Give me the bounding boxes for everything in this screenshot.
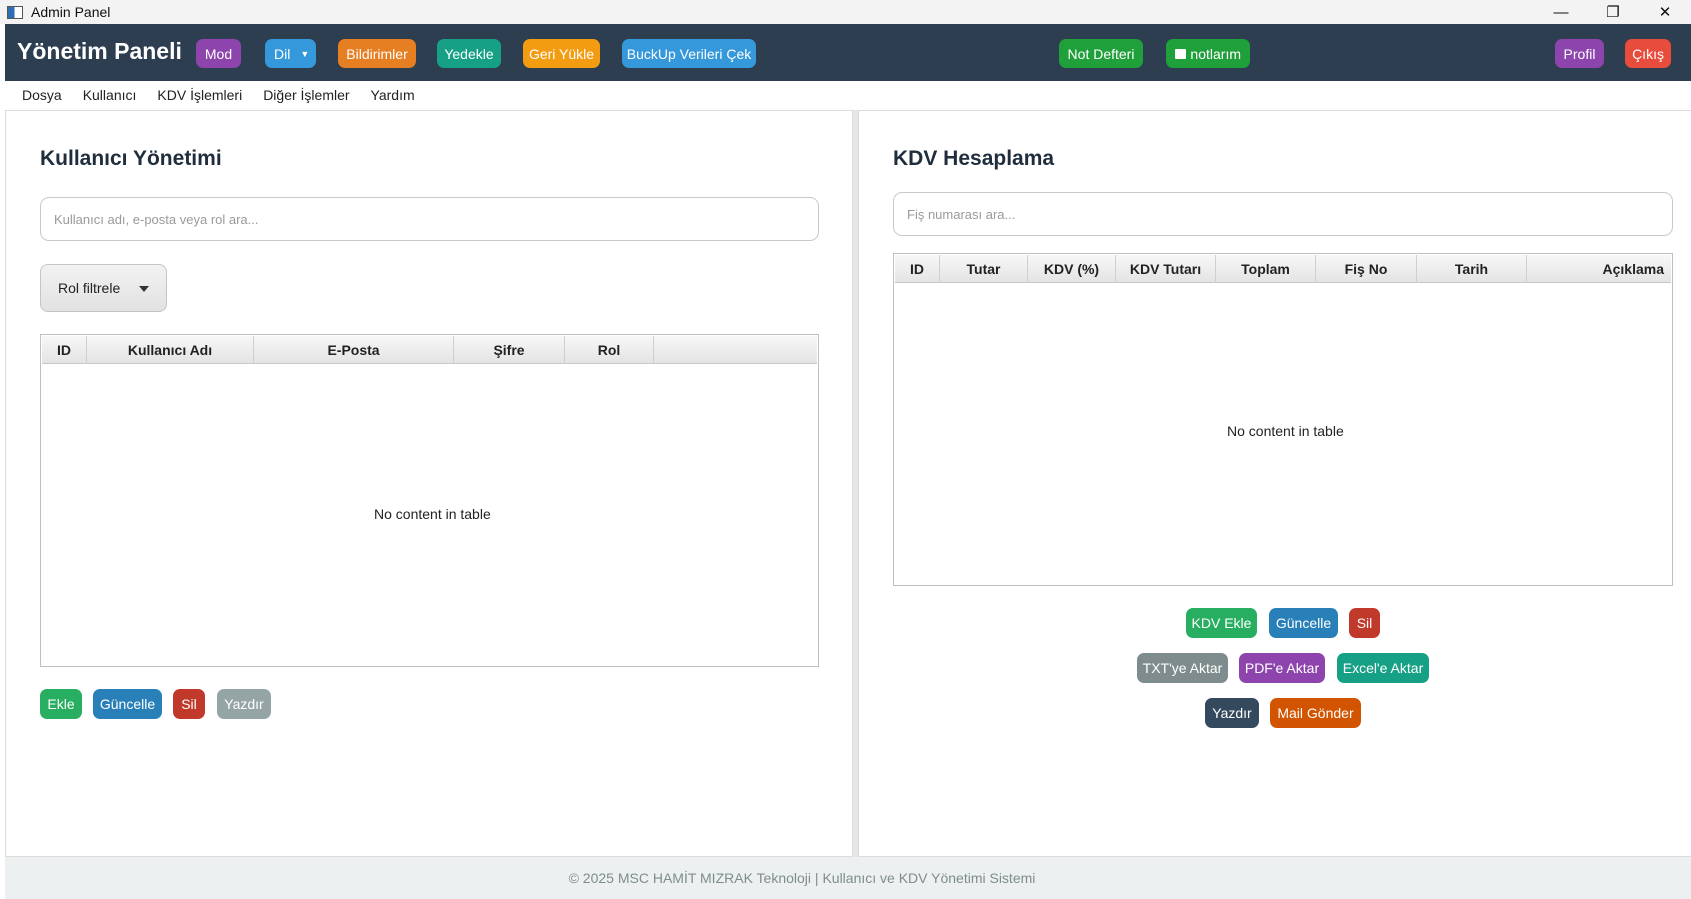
user-search-input[interactable] [54,211,818,227]
users-table[interactable]: ID Kullanıcı Adı E-Posta Şifre Rol No co… [40,334,819,667]
column-header-kdv-yuzde[interactable]: KDV (%) [1028,255,1116,283]
window-title: Admin Panel [31,4,111,20]
profil-button[interactable]: Profil [1555,39,1604,68]
menu-dosya[interactable]: Dosya [22,87,62,103]
note-icon [1175,48,1187,59]
users-table-header: ID Kullanıcı Adı E-Posta Şifre Rol [42,336,817,364]
dil-label: Dil [274,45,291,62]
close-button[interactable]: ✕ [1639,0,1691,24]
cikis-button[interactable]: Çıkış [1625,39,1671,68]
kdv-ekle-button[interactable]: KDV Ekle [1186,608,1257,638]
column-header-fis-no[interactable]: Fiş No [1316,255,1417,283]
column-header-tarih[interactable]: Tarih [1417,255,1527,283]
footer-text: © 2025 MSC HAMİT MIZRAK Teknoloji | Kull… [568,870,1036,886]
column-header-id[interactable]: ID [895,255,940,283]
user-management-title: Kullanıcı Yönetimi [40,147,222,170]
menu-yardim[interactable]: Yardım [371,87,415,103]
backup-verileri-cek-button[interactable]: BuckUp Verileri Çek [622,39,756,68]
app-header: Yönetim Paneli Mod Dil ▼ Bildirimler Yed… [5,24,1691,81]
users-empty-placeholder: No content in table [374,506,491,522]
column-header-e-posta[interactable]: E-Posta [254,336,454,364]
footer: © 2025 MSC HAMİT MIZRAK Teknoloji | Kull… [5,857,1691,899]
notlarim-button[interactable]: notlarım [1166,39,1250,68]
not-defteri-button[interactable]: Not Defteri [1059,39,1143,68]
menu-kdv-islemleri[interactable]: KDV İşlemleri [157,87,242,103]
kdv-panel: KDV Hesaplama ID Tutar KDV (%) KDV Tutar… [858,110,1691,857]
kdv-table-header: ID Tutar KDV (%) KDV Tutarı Toplam Fiş N… [895,255,1671,283]
kdv-yazdir-button[interactable]: Yazdır [1205,698,1259,728]
column-header-kdv-tutari[interactable]: KDV Tutarı [1116,255,1216,283]
menu-diger-islemler[interactable]: Diğer İşlemler [263,87,349,103]
user-management-panel: Kullanıcı Yönetimi Rol filtrele ID Kulla… [5,110,853,857]
menu-bar: Dosya Kullanıcı KDV İşlemleri Diğer İşle… [5,81,1691,109]
column-header-sifre[interactable]: Şifre [454,336,565,364]
column-header-kullanici-adi[interactable]: Kullanıcı Adı [87,336,254,364]
column-header-aciklama[interactable]: Açıklama [1527,255,1670,283]
ekle-button[interactable]: Ekle [40,689,82,719]
kdv-title: KDV Hesaplama [893,147,1055,170]
fis-search-field[interactable] [893,192,1673,236]
notlarim-label: notlarım [1190,45,1241,62]
role-filter-label: Rol filtrele [58,280,121,296]
mail-gonder-button[interactable]: Mail Gönder [1270,698,1361,728]
chevron-down-icon [139,286,149,292]
chevron-down-icon: ▼ [300,48,310,59]
column-header-rol[interactable]: Rol [565,336,654,364]
kdv-empty-placeholder: No content in table [1227,423,1344,439]
role-filter-dropdown[interactable]: Rol filtrele [40,264,167,312]
kdv-guncelle-button[interactable]: Güncelle [1269,608,1338,638]
header-title: Yönetim Paneli [17,38,182,64]
window-titlebar: Admin Panel — ❐ ✕ [0,0,1691,24]
excel-aktar-button[interactable]: Excel'e Aktar [1337,653,1429,683]
minimize-button[interactable]: — [1535,0,1587,24]
column-header-tutar[interactable]: Tutar [940,255,1028,283]
yedekle-button[interactable]: Yedekle [437,39,501,68]
pdf-aktar-button[interactable]: PDF'e Aktar [1239,653,1325,683]
fis-search-input[interactable] [907,206,1672,222]
user-guncelle-button[interactable]: Güncelle [93,689,162,719]
menu-kullanici[interactable]: Kullanıcı [83,87,137,103]
dil-dropdown[interactable]: Dil ▼ [265,39,316,68]
bildirimler-button[interactable]: Bildirimler [338,39,416,68]
mod-button[interactable]: Mod [196,39,241,68]
user-search-field[interactable] [40,197,819,241]
kdv-table[interactable]: ID Tutar KDV (%) KDV Tutarı Toplam Fiş N… [893,253,1673,586]
app-icon [7,5,23,19]
column-header-id[interactable]: ID [42,336,87,364]
txt-aktar-button[interactable]: TXT'ye Aktar [1137,653,1228,683]
user-sil-button[interactable]: Sil [173,689,205,719]
user-yazdir-button[interactable]: Yazdır [217,689,271,719]
kdv-sil-button[interactable]: Sil [1349,608,1380,638]
restore-button[interactable]: ❐ [1587,0,1639,24]
column-header-toplam[interactable]: Toplam [1216,255,1316,283]
geri-yukle-button[interactable]: Geri Yükle [523,39,600,68]
